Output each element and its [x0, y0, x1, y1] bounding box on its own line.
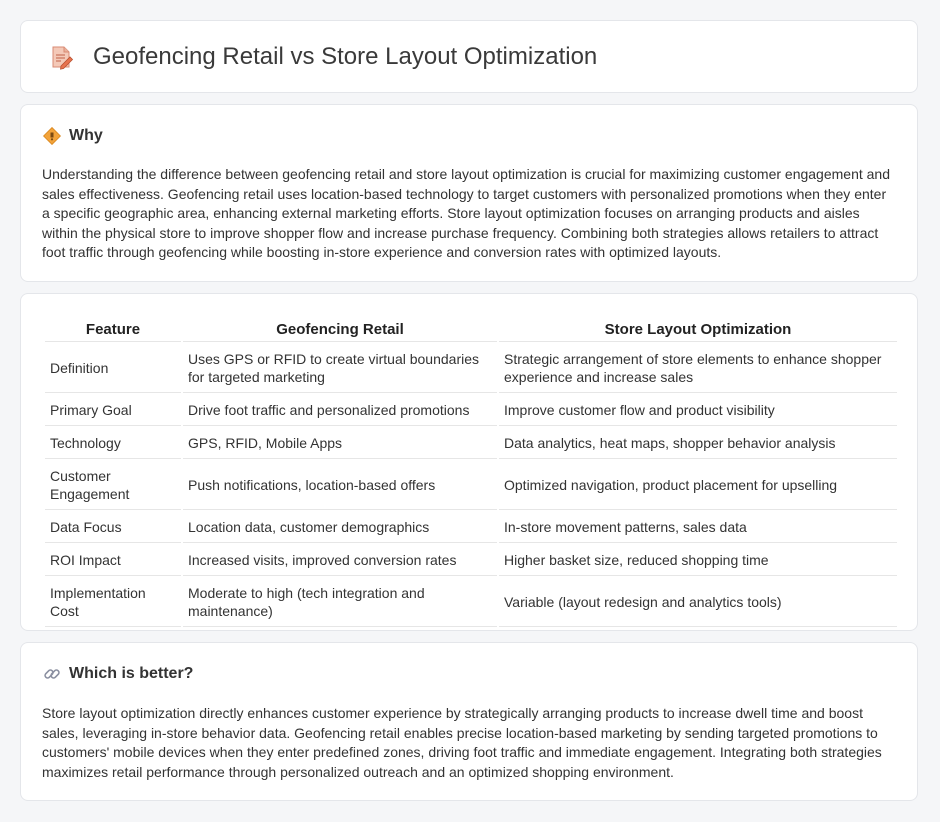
- feature-cell: Customer Engagement: [45, 461, 181, 510]
- page-title: Geofencing Retail vs Store Layout Optimi…: [93, 42, 598, 70]
- layout-cell: Improve customer flow and product visibi…: [499, 395, 897, 426]
- geofencing-cell: Location data, customer demographics: [183, 512, 497, 543]
- why-text: Understanding the difference between geo…: [42, 166, 890, 261]
- geofencing-cell: Uses GPS or RFID to create virtual bound…: [183, 344, 497, 393]
- column-header: Store Layout Optimization: [499, 317, 897, 342]
- feature-cell: Technology: [45, 428, 181, 459]
- why-title: Why: [69, 127, 103, 144]
- which-is-better-title: Which is better?: [69, 665, 194, 682]
- table-header-row: Feature Geofencing Retail Store Layout O…: [45, 317, 897, 342]
- layout-cell: Strategic arrangement of store elements …: [499, 344, 897, 393]
- link-icon: [43, 665, 61, 683]
- document-pencil-icon: [47, 43, 75, 71]
- table-row: ROI Impact Increased visits, improved co…: [45, 545, 897, 576]
- feature-cell: Definition: [45, 344, 181, 393]
- layout-cell: Data analytics, heat maps, shopper behav…: [499, 428, 897, 459]
- geofencing-cell: Increased visits, improved conversion ra…: [183, 545, 497, 576]
- geofencing-cell: Drive foot traffic and personalized prom…: [183, 395, 497, 426]
- table-row: Customer Engagement Push notifications, …: [45, 461, 897, 510]
- table-row: Definition Uses GPS or RFID to create vi…: [45, 344, 897, 393]
- layout-cell: Variable (layout redesign and analytics …: [499, 578, 897, 627]
- table-row: Implementation Cost Moderate to high (te…: [45, 578, 897, 627]
- feature-cell: Data Focus: [45, 512, 181, 543]
- layout-cell: In-store movement patterns, sales data: [499, 512, 897, 543]
- comparison-table: Feature Geofencing Retail Store Layout O…: [43, 315, 899, 629]
- comparison-table-card: Feature Geofencing Retail Store Layout O…: [20, 293, 918, 631]
- table-row: Data Focus Location data, customer demog…: [45, 512, 897, 543]
- diamond-sign-icon: [43, 127, 61, 145]
- geofencing-cell: Push notifications, location-based offer…: [183, 461, 497, 510]
- why-section: Why Understanding the difference between…: [20, 104, 918, 282]
- which-is-better-text: Store layout optimization directly enhan…: [42, 705, 882, 780]
- which-is-better-section: Which is better? Store layout optimizati…: [20, 642, 918, 801]
- layout-cell: Optimized navigation, product placement …: [499, 461, 897, 510]
- layout-cell: Higher basket size, reduced shopping tim…: [499, 545, 897, 576]
- feature-cell: Implementation Cost: [45, 578, 181, 627]
- geofencing-cell: GPS, RFID, Mobile Apps: [183, 428, 497, 459]
- feature-cell: Primary Goal: [45, 395, 181, 426]
- table-row: Technology GPS, RFID, Mobile Apps Data a…: [45, 428, 897, 459]
- column-header: Feature: [45, 317, 181, 342]
- geofencing-cell: Moderate to high (tech integration and m…: [183, 578, 497, 627]
- column-header: Geofencing Retail: [183, 317, 497, 342]
- header-card: Geofencing Retail vs Store Layout Optimi…: [20, 20, 918, 93]
- table-row: Primary Goal Drive foot traffic and pers…: [45, 395, 897, 426]
- feature-cell: ROI Impact: [45, 545, 181, 576]
